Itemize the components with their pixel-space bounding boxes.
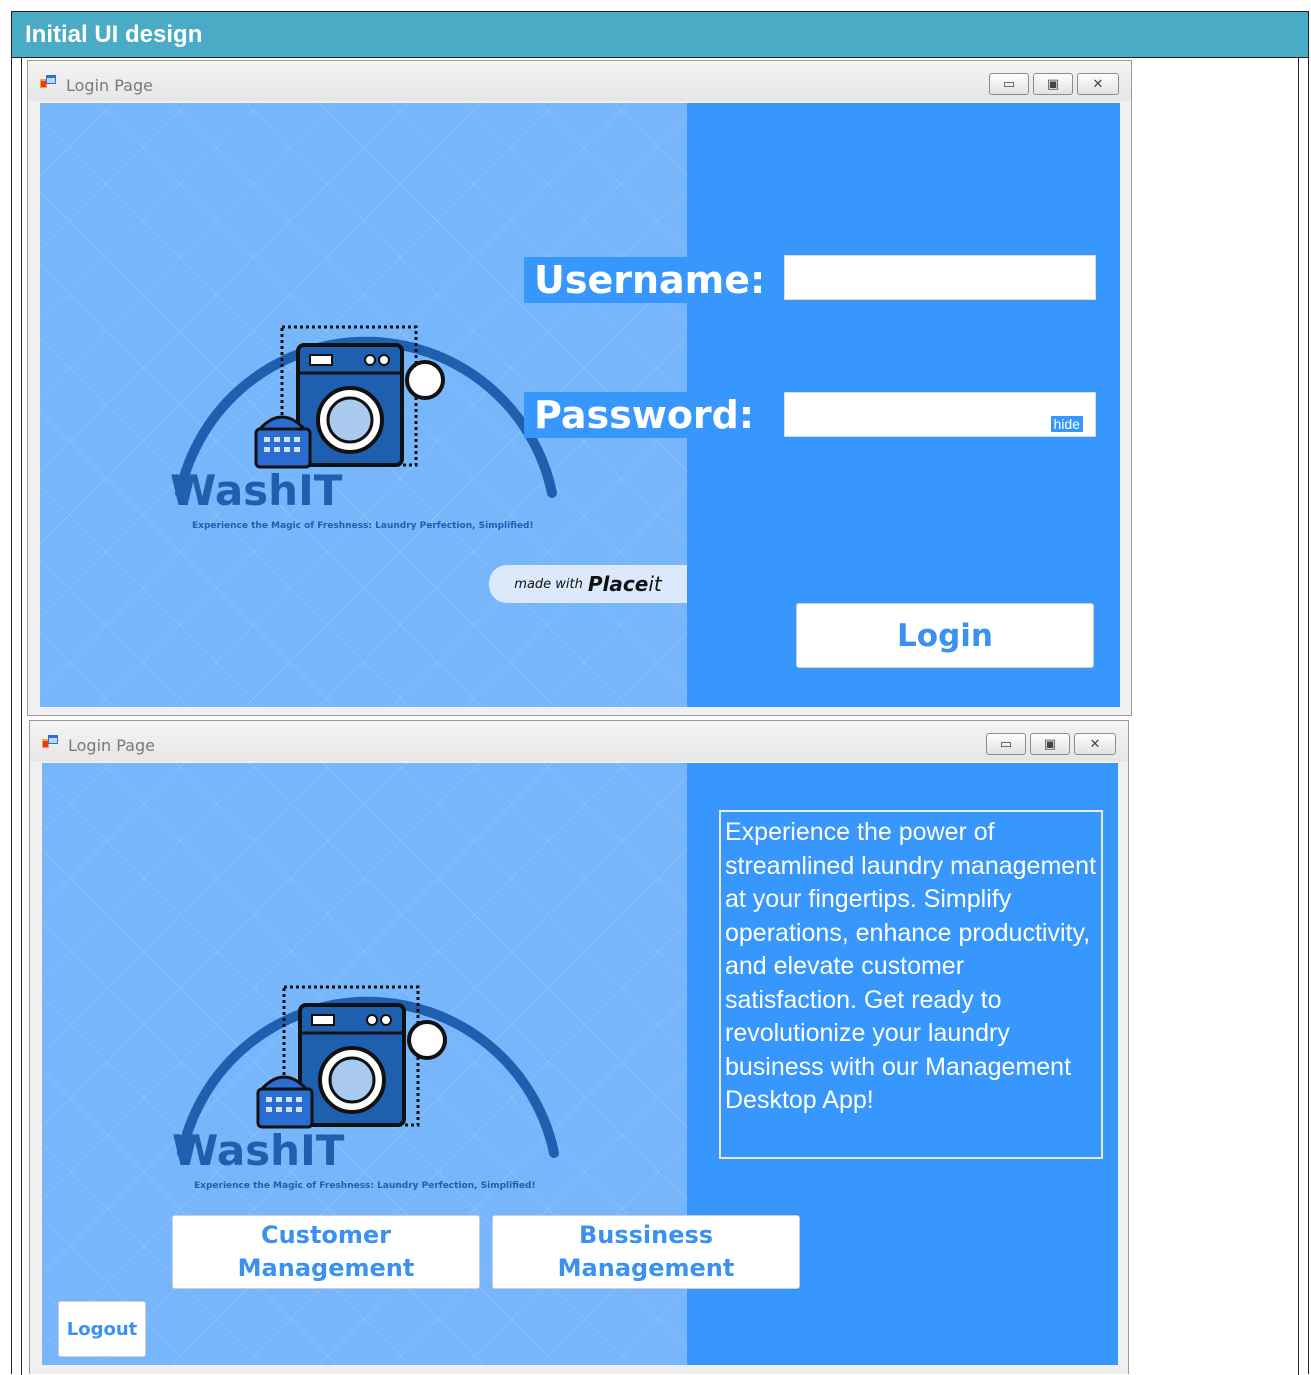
minimize-button[interactable]: ▭ [989,73,1029,95]
customer-management-button[interactable]: Customer Management [172,1215,480,1289]
app-form-icon [42,735,58,748]
logo-tagline: Experience the Magic of Freshness: Laund… [194,1181,536,1191]
minimize-button[interactable]: ▭ [986,733,1026,755]
close-button[interactable]: ✕ [1074,733,1116,755]
login-client-area: WashIT Experience the Magic of Freshness… [40,103,1120,707]
logo-name: WashIT [172,1126,345,1175]
made-with-placeit-badge[interactable]: made with Place it [489,565,687,603]
maximize-button[interactable]: ▣ [1030,733,1070,755]
logo-tagline: Experience the Magic of Freshness: Laund… [192,521,534,531]
window-title: Login Page [66,76,153,95]
password-input[interactable]: hide [784,392,1096,437]
placeit-brand: Place [587,572,649,596]
dashboard-window: Login Page ▭ ▣ ✕ WashIT Experience the M… [29,720,1129,1374]
placeit-brand-suffix: it [648,572,662,596]
login-button[interactable]: Login [796,603,1094,668]
window-titlebar[interactable]: Login Page ▭ ▣ ✕ [30,721,1128,761]
close-icon: ✕ [1092,76,1104,92]
table-border-right [1298,58,1299,1375]
washit-logo: WashIT Experience the Magic of Freshness… [170,325,557,531]
username-label: Username: [524,257,776,303]
app-form-icon [40,75,56,88]
minimize-icon: ▭ [1002,76,1016,92]
close-icon: ✕ [1089,736,1101,752]
dashboard-client-area: WashIT Experience the Magic of Freshness… [42,763,1118,1365]
business-management-button[interactable]: Bussiness Management [492,1215,800,1289]
username-input[interactable] [784,255,1096,300]
maximize-icon: ▣ [1043,736,1057,752]
login-window: Login Page ▭ ▣ ✕ WashIT Experience the M… [27,60,1132,716]
washit-logo: WashIT Experience the Magic of Freshness… [172,985,559,1191]
hide-password-toggle[interactable]: hide [1050,416,1083,432]
table-border-left [21,58,22,1375]
window-title: Login Page [68,736,155,755]
document-header-title: Initial UI design [25,21,203,48]
logo-name: WashIT [170,466,343,515]
made-with-text: made with [514,576,583,592]
maximize-button[interactable]: ▣ [1033,73,1073,95]
minimize-icon: ▭ [999,736,1013,752]
app-description: Experience the power of streamlined laun… [719,810,1103,1159]
maximize-icon: ▣ [1046,76,1060,92]
window-titlebar[interactable]: Login Page ▭ ▣ ✕ [28,61,1131,101]
logout-button[interactable]: Logout [58,1301,146,1357]
password-label: Password: [524,392,765,438]
close-button[interactable]: ✕ [1077,73,1119,95]
document-header: Initial UI design [12,12,1308,58]
